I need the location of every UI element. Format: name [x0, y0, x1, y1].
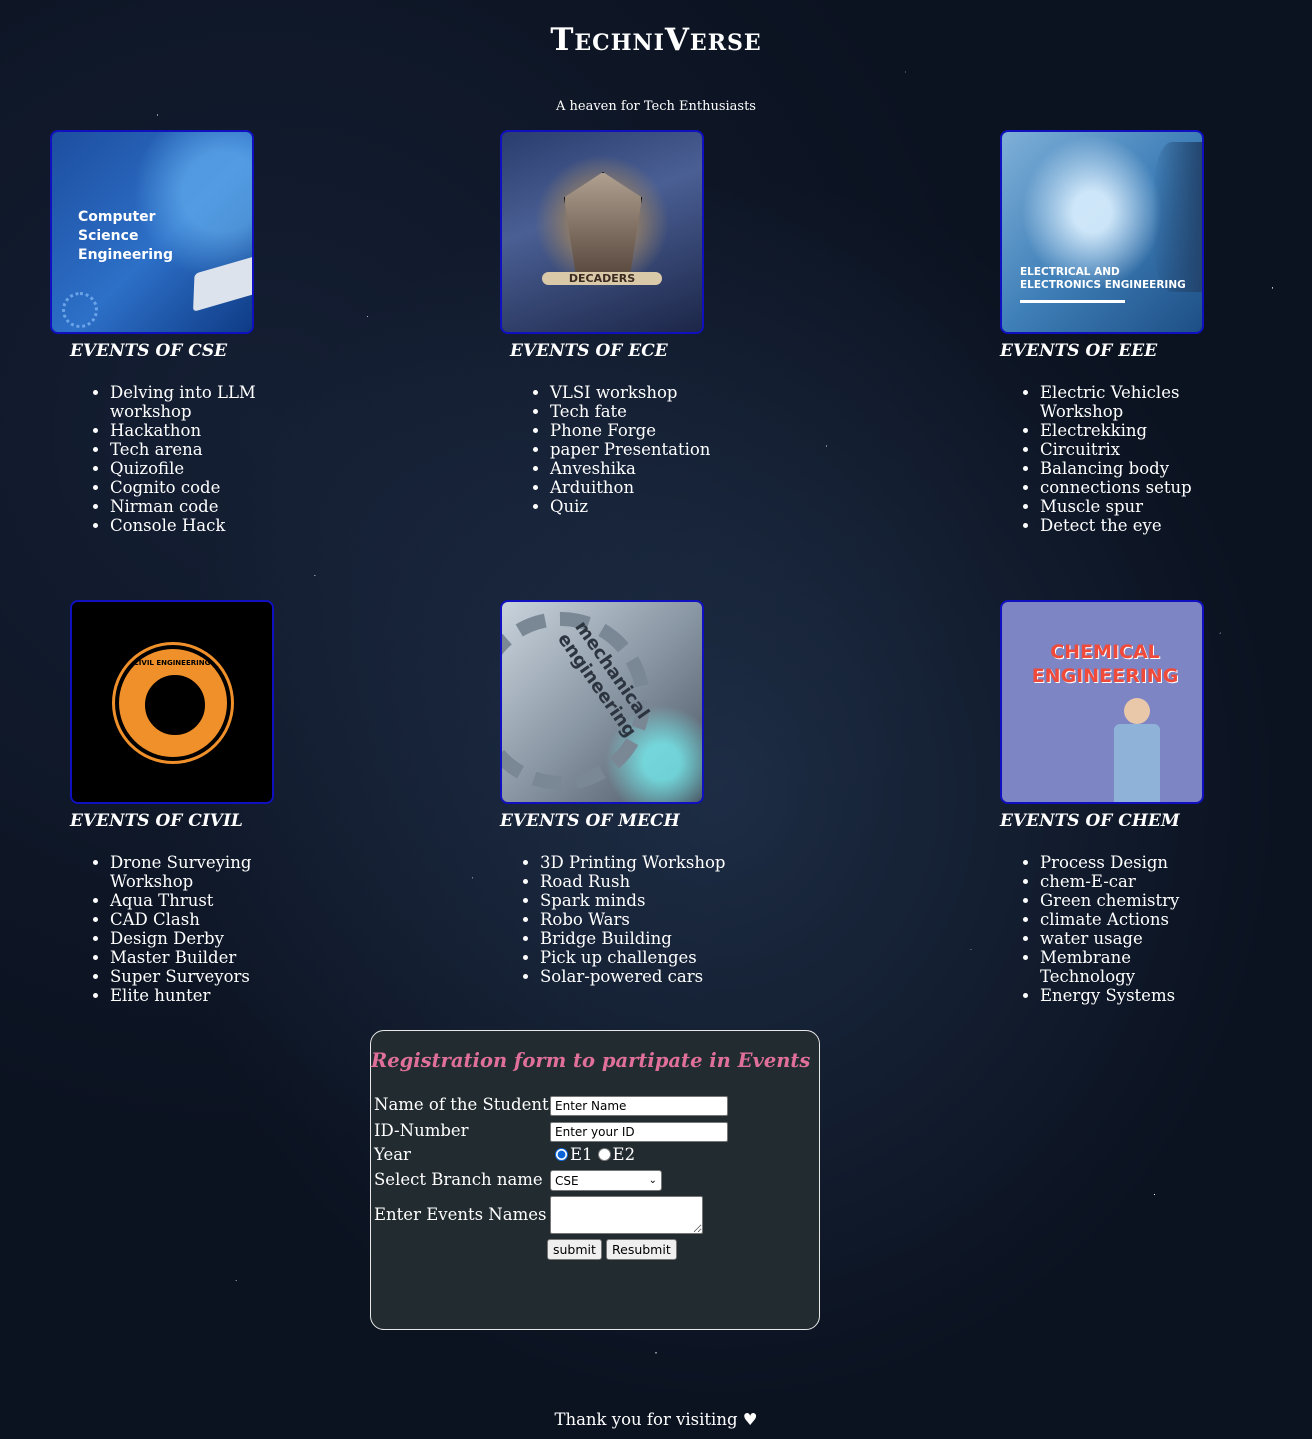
list-item: Spark minds	[540, 891, 730, 910]
list-item: Quiz	[550, 497, 740, 516]
list-item: Tech fate	[550, 402, 740, 421]
list-item: Bridge Building	[540, 929, 730, 948]
list-item: Road Rush	[540, 872, 730, 891]
list-item: Circuitrix	[1040, 440, 1230, 459]
events-row: Enter Events Names	[374, 1196, 814, 1234]
list-item: Green chemistry	[1040, 891, 1230, 910]
civil-image-caption: CIVIL ENGINEERING	[133, 659, 211, 667]
student-name-input[interactable]	[550, 1096, 728, 1116]
ece-event-list: VLSI workshop Tech fate Phone Forge pape…	[510, 383, 740, 516]
list-item: Phone Forge	[550, 421, 740, 440]
footer-message: Thank you for visiting ♥	[554, 1410, 758, 1429]
list-item: Cognito code	[110, 478, 300, 497]
list-item: Quizofile	[110, 459, 300, 478]
id-label: ID-Number	[374, 1121, 469, 1140]
list-item: climate Actions	[1040, 910, 1230, 929]
list-item: Process Design	[1040, 853, 1230, 872]
list-item: chem-E-car	[1040, 872, 1230, 891]
branch-select[interactable]: CSE ⌄	[550, 1170, 662, 1191]
list-item: water usage	[1040, 929, 1230, 948]
mech-heading: EVENTS OF MECH	[500, 811, 680, 831]
year-label: Year	[374, 1145, 411, 1164]
registration-form: Registration form to partipate in Events…	[370, 1030, 820, 1330]
eee-image: ELECTRICAL AND ELECTRONICS ENGINEERING	[1000, 130, 1204, 334]
branch-row: Select Branch name CSE ⌄	[374, 1170, 814, 1191]
id-number-input[interactable]	[550, 1122, 728, 1142]
list-item: Robo Wars	[540, 910, 730, 929]
form-title: Registration form to partipate in Events	[371, 1049, 811, 1072]
events-label: Enter Events Names	[374, 1205, 547, 1224]
submit-button[interactable]: submit	[547, 1239, 602, 1260]
list-item: Balancing body	[1040, 459, 1230, 478]
chem-image: CHEMICAL ENGINEERING	[1000, 600, 1204, 804]
list-item: VLSI workshop	[550, 383, 740, 402]
list-item: Pick up challenges	[540, 948, 730, 967]
year-row: Year E1 E2	[374, 1145, 814, 1164]
list-item: Hackathon	[110, 421, 300, 440]
resubmit-button[interactable]: Resubmit	[606, 1239, 677, 1260]
eee-heading: EVENTS OF EEE	[1000, 341, 1158, 361]
list-item: Membrane Technology	[1040, 948, 1230, 986]
list-item: Elite hunter	[110, 986, 300, 1005]
civil-image: CIVIL ENGINEERING	[70, 600, 274, 804]
list-item: CAD Clash	[110, 910, 300, 929]
cse-image-caption: Computer Science Engineering	[78, 209, 173, 263]
list-item: Electric Vehicles Workshop	[1040, 383, 1230, 421]
site-title: TechniVerse	[550, 22, 762, 58]
events-names-textarea[interactable]	[550, 1196, 703, 1234]
chevron-down-icon: ⌄	[648, 1175, 657, 1186]
id-row: ID-Number	[374, 1121, 814, 1142]
list-item: Tech arena	[110, 440, 300, 459]
list-item: Detect the eye	[1040, 516, 1230, 535]
eee-event-list: Electric Vehicles Workshop Electrekking …	[1000, 383, 1230, 535]
ece-image: DECADERS	[500, 130, 704, 334]
mech-image: mechanical engineering	[500, 600, 704, 804]
list-item: 3D Printing Workshop	[540, 853, 730, 872]
list-item: Arduithon	[550, 478, 740, 497]
branch-selected-value: CSE	[555, 1173, 579, 1188]
list-item: Energy Systems	[1040, 986, 1230, 1005]
list-item: Anveshika	[550, 459, 740, 478]
cse-heading: EVENTS OF CSE	[70, 341, 228, 361]
eee-image-caption: ELECTRICAL AND ELECTRONICS ENGINEERING	[1020, 266, 1186, 291]
cse-image: Computer Science Engineering	[50, 130, 254, 334]
name-row: Name of the Student	[374, 1095, 814, 1116]
branch-label: Select Branch name	[374, 1170, 543, 1189]
year-radio-group: E1 E2	[550, 1145, 635, 1164]
list-item: Muscle spur	[1040, 497, 1230, 516]
list-item: Solar-powered cars	[540, 967, 730, 986]
list-item: Electrekking	[1040, 421, 1230, 440]
list-item: Design Derby	[110, 929, 300, 948]
year-e2-label: E2	[612, 1145, 636, 1164]
civil-heading: EVENTS OF CIVIL	[70, 811, 243, 831]
chem-event-list: Process Design chem-E-car Green chemistr…	[1000, 853, 1230, 1005]
list-item: Drone Surveying Workshop	[110, 853, 300, 891]
year-e1-label: E1	[570, 1145, 593, 1164]
list-item: Nirman code	[110, 497, 300, 516]
list-item: Console Hack	[110, 516, 300, 535]
ece-heading: EVENTS OF ECE	[510, 341, 668, 361]
list-item: Aqua Thrust	[110, 891, 300, 910]
list-item: Delving into LLM workshop	[110, 383, 300, 421]
list-item: Super Surveyors	[110, 967, 300, 986]
year-e1-radio[interactable]	[555, 1148, 568, 1161]
cse-event-list: Delving into LLM workshop Hackathon Tech…	[70, 383, 300, 535]
list-item: Master Builder	[110, 948, 300, 967]
name-label: Name of the Student	[374, 1095, 549, 1114]
list-item: connections setup	[1040, 478, 1230, 497]
mech-event-list: 3D Printing Workshop Road Rush Spark min…	[500, 853, 730, 986]
chem-image-caption: CHEMICAL ENGINEERING	[1031, 641, 1179, 687]
ece-image-caption: DECADERS	[542, 272, 662, 285]
list-item: paper Presentation	[550, 440, 740, 459]
year-e2-radio[interactable]	[597, 1148, 611, 1161]
chem-heading: EVENTS OF CHEM	[1000, 811, 1180, 831]
civil-event-list: Drone Surveying Workshop Aqua Thrust CAD…	[70, 853, 300, 1005]
site-tagline: A heaven for Tech Enthusiasts	[556, 99, 756, 114]
